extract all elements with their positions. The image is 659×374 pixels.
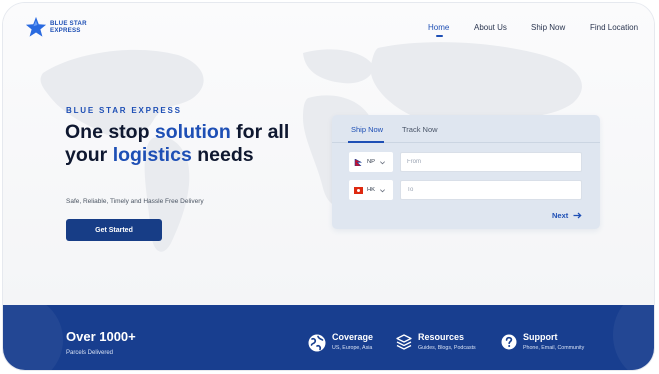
main-nav: Home About Us Ship Now Find Location [3, 22, 654, 42]
from-country-code: NP [367, 159, 376, 165]
layers-icon [396, 334, 412, 350]
feature-title: Support [523, 332, 558, 342]
parcels-stat-label: Parcels Delivered [66, 350, 114, 356]
to-input[interactable] [400, 180, 582, 200]
decorative-circle [613, 305, 654, 370]
hero-tagline: Safe, Reliable, Timely and Hassle Free D… [66, 198, 204, 205]
nepal-flag-icon [354, 158, 363, 166]
nav-ship-now[interactable]: Ship Now [531, 23, 565, 32]
to-country-select[interactable]: HK [349, 180, 393, 200]
globe-icon [308, 334, 326, 352]
to-country-code: HK [367, 187, 376, 193]
feature-resources: Resources Guides, Blogs, Podcasts [395, 332, 476, 351]
tab-active-indicator [348, 141, 384, 143]
feature-support: Support Phone, Email, Community [500, 332, 584, 351]
tab-ship-now[interactable]: Ship Now [351, 125, 383, 134]
feature-subtitle: Phone, Email, Community [523, 345, 585, 351]
feature-title: Resources [418, 332, 465, 342]
feature-subtitle: US, Europe, Asia [332, 345, 373, 351]
decorative-circle [3, 305, 63, 370]
chevron-down-icon [380, 160, 386, 164]
feature-subtitle: Guides, Blogs, Podcasts [418, 345, 476, 351]
parcels-stat-value: Over 1000+ [66, 329, 136, 344]
help-icon [501, 334, 517, 350]
arrow-right-icon [573, 212, 582, 219]
nav-find-location[interactable]: Find Location [590, 23, 638, 32]
page-frame: BLUE STAR EXPRESS Home About Us Ship Now… [3, 3, 654, 370]
headline-accent-solution: solution [154, 121, 231, 143]
headline-accent-logistics: logistics [112, 144, 192, 166]
tab-track-now[interactable]: Track Now [402, 125, 438, 134]
nav-about-us[interactable]: About Us [474, 23, 507, 32]
feature-title: Coverage [332, 332, 374, 342]
next-button[interactable]: Next [552, 211, 582, 220]
headline-part: needs [191, 144, 254, 166]
chevron-down-icon [380, 188, 386, 192]
get-started-button[interactable]: Get Started [66, 219, 162, 241]
hong-kong-flag-icon [354, 186, 363, 194]
hero-headline: One stop solution for all your logistics… [65, 121, 305, 167]
nav-home[interactable]: Home [428, 23, 449, 32]
hero-eyebrow: BLUE STAR EXPRESS [66, 106, 182, 115]
headline-part: One stop [65, 121, 155, 143]
ship-card: Ship Now Track Now NP HK [332, 115, 600, 229]
from-input[interactable] [400, 152, 582, 172]
next-label: Next [552, 211, 569, 220]
nav-active-indicator [436, 35, 443, 37]
hero-section: BLUE STAR EXPRESS Home About Us Ship Now… [3, 3, 654, 305]
from-country-select[interactable]: NP [349, 152, 393, 172]
feature-coverage: Coverage US, Europe, Asia [307, 332, 373, 353]
